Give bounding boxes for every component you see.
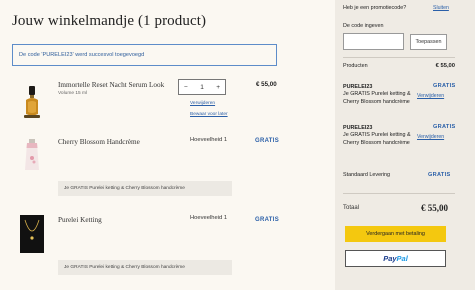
paypal-logo-part1: Pay xyxy=(383,254,397,263)
promo-code-1: PURELEI23 xyxy=(343,84,373,90)
promo-code-2: PURELEI23 xyxy=(343,125,373,131)
product-price-serum: € 55,00 xyxy=(256,81,277,88)
shipping-value: GRATIS xyxy=(428,172,451,178)
product-name-serum[interactable]: Immortelle Reset Nacht Serum Look xyxy=(58,81,164,89)
product-price-necklace: GRATIS xyxy=(255,217,280,223)
cart-item-handcream: Cherry Blossom Handcrème Hoeveelheid 1 G… xyxy=(12,136,332,180)
product-name-necklace[interactable]: Purelei Ketting xyxy=(58,216,102,224)
product-image-serum[interactable] xyxy=(12,82,52,122)
promo-code-label: De code ingeven xyxy=(343,23,384,29)
cart-item-serum: Immortelle Reset Nacht Serum Look Volume… xyxy=(12,78,332,128)
apply-promo-button[interactable]: Toepassen xyxy=(410,34,447,50)
promo-code-input[interactable] xyxy=(343,33,404,50)
promo-success-alert: De code 'PURELEI23' werd succesvol toege… xyxy=(12,44,277,66)
page-title: Jouw winkelmandje (1 product) xyxy=(12,13,207,29)
product-image-handcream[interactable] xyxy=(12,136,52,176)
quantity-value: 1 xyxy=(200,83,204,91)
quantity-minus-button[interactable]: − xyxy=(184,84,188,91)
promo-remove-1[interactable]: Verwijderen xyxy=(417,93,444,99)
promo-value-1: GRATIS xyxy=(433,83,456,89)
divider xyxy=(343,193,455,194)
shipping-label: Standaard Levering xyxy=(343,172,391,178)
order-summary-sidebar: Heb je een promotiecode? Sluiten De code… xyxy=(335,0,475,290)
cart-main: Jouw winkelmandje (1 product) De code 'P… xyxy=(0,0,335,290)
product-price-handcream: GRATIS xyxy=(255,138,280,144)
gift-note-necklace: Je GRATIS Purelei ketting & Cherry Bloss… xyxy=(58,260,232,275)
cart-item-necklace: Purelei Ketting Hoeveelheid 1 GRATIS xyxy=(12,212,332,256)
divider xyxy=(343,57,455,58)
product-image-necklace[interactable] xyxy=(12,214,52,254)
quantity-plus-button[interactable]: + xyxy=(216,84,220,91)
promo-value-2: GRATIS xyxy=(433,124,456,130)
product-quantity-necklace: Hoeveelheid 1 xyxy=(190,215,228,221)
total-label: Totaal xyxy=(343,205,360,211)
total-value: € 55,00 xyxy=(421,203,448,213)
promo-remove-2[interactable]: Verwijderen xyxy=(417,134,444,140)
promo-question: Heb je een promotiecode? xyxy=(343,5,407,11)
paypal-button[interactable]: PayPal xyxy=(345,250,446,267)
close-promo-link[interactable]: Sluiten xyxy=(433,5,449,11)
quantity-stepper[interactable]: − 1 + xyxy=(178,79,226,95)
promo-desc-2: Je GRATIS Purelei ketting & Cherry Bloss… xyxy=(343,132,411,146)
remove-link[interactable]: Verwijderen xyxy=(190,101,215,106)
products-value: € 55,00 xyxy=(435,63,455,69)
product-volume: Volume 15 ml xyxy=(58,91,88,96)
paypal-logo-part2: Pal xyxy=(396,254,408,263)
save-for-later-link[interactable]: Bewaar voor later xyxy=(190,112,228,117)
product-quantity-handcream: Hoeveelheid 1 xyxy=(190,137,228,143)
checkout-button[interactable]: Verdergaan met betaling xyxy=(345,226,446,242)
gift-note-handcream: Je GRATIS Purelei ketting & Cherry Bloss… xyxy=(58,181,232,196)
product-name-handcream[interactable]: Cherry Blossom Handcrème xyxy=(58,138,140,146)
products-label: Producten xyxy=(343,63,368,69)
promo-desc-1: Je GRATIS Purelei ketting & Cherry Bloss… xyxy=(343,91,411,105)
